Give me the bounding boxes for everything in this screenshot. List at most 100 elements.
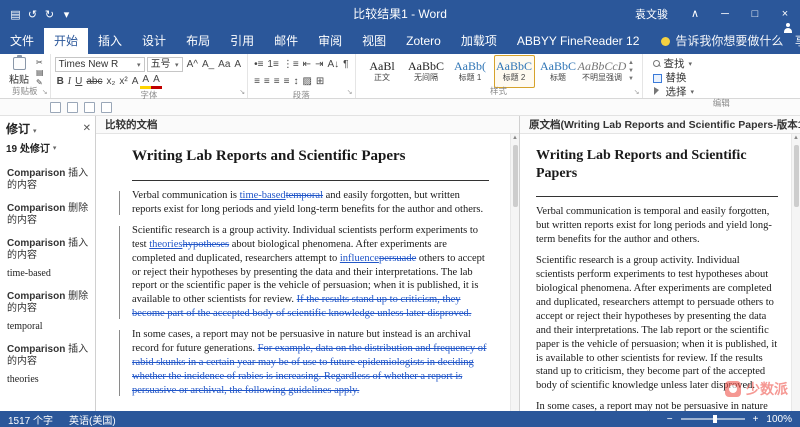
tab-插入[interactable]: 插入 <box>88 28 132 54</box>
scrollbar-thumb[interactable] <box>513 145 518 207</box>
revision-item[interactable]: Comparison 插入的内容 <box>7 168 91 192</box>
style-正文[interactable]: AaBl正文 <box>362 55 403 88</box>
revision-item[interactable]: Comparison 插入的内容time-based <box>7 238 91 280</box>
original-doc-scrollbar[interactable]: ▲ <box>791 134 800 411</box>
paragraph-dialog-launcher-icon[interactable]: ↘ <box>347 89 353 96</box>
styles-group: AaBl正文AaBbC无间隔AaBb(标题 1AaBbC标题 2AaBbC标题A… <box>356 54 643 98</box>
show-marks-button[interactable]: ¶ <box>341 57 350 72</box>
page-icon-1[interactable] <box>50 102 61 113</box>
borders-button[interactable]: ⊞ <box>314 74 326 89</box>
style-标题 1[interactable]: AaBb(标题 1 <box>450 55 491 88</box>
scroll-up-icon[interactable]: ▲ <box>793 134 799 143</box>
zoom-slider-thumb[interactable] <box>713 415 717 423</box>
revision-item[interactable]: Comparison 删除的内容 <box>7 203 91 227</box>
ribbon-display-options-button[interactable]: ∧ <box>680 0 710 28</box>
page-icon-3[interactable] <box>84 102 95 113</box>
tab-ABBYY FineReader 12[interactable]: ABBYY FineReader 12 <box>507 28 650 54</box>
zoom-out-button[interactable]: − <box>667 414 673 425</box>
shading-button[interactable]: ▨ <box>300 74 313 89</box>
font-color-button[interactable]: A <box>151 74 162 89</box>
multilevel-list-button[interactable]: ⋮≡ <box>281 57 301 72</box>
undo-icon[interactable]: ↺ <box>25 8 40 21</box>
close-icon[interactable]: ✕ <box>83 123 91 134</box>
tab-开始[interactable]: 开始 <box>44 28 88 54</box>
style-标题[interactable]: AaBbC标题 <box>538 55 579 88</box>
zoom-slider[interactable] <box>681 418 745 420</box>
gallery-more-icon[interactable]: ▼ <box>628 76 634 83</box>
subscript-button[interactable]: x₂ <box>105 74 118 89</box>
tab-审阅[interactable]: 审阅 <box>308 28 352 54</box>
numbering-button[interactable]: 1≡ <box>265 57 280 72</box>
tab-邮件[interactable]: 邮件 <box>264 28 308 54</box>
gallery-down-icon[interactable]: ▼ <box>628 68 634 75</box>
tab-视图[interactable]: 视图 <box>352 28 396 54</box>
tab-引用[interactable]: 引用 <box>220 28 264 54</box>
compared-doc-body[interactable]: Writing Lab Reports and Scientific Paper… <box>96 134 519 411</box>
align-right-button[interactable]: ≡ <box>272 74 282 89</box>
select-button[interactable]: 选择 <box>653 85 797 97</box>
scroll-up-icon[interactable]: ▲ <box>512 134 518 143</box>
strikethrough-button[interactable]: abc <box>84 74 104 89</box>
style-不明显强调[interactable]: AaBbCcD不明显强调 <box>582 55 623 88</box>
italic-button[interactable]: I <box>66 74 73 89</box>
save-icon[interactable]: ▤ <box>8 8 23 21</box>
redo-icon[interactable]: ↻ <box>42 8 57 21</box>
style-无间隔[interactable]: AaBbC无间隔 <box>406 55 447 88</box>
word-count[interactable]: 1517 个字 <box>8 412 53 427</box>
minimize-button[interactable]: ─ <box>710 0 740 28</box>
replace-icon <box>653 73 662 82</box>
revision-count[interactable]: 19 处修订 <box>0 138 95 160</box>
clear-formatting-button[interactable]: A <box>232 57 243 72</box>
decrease-font-size-button[interactable]: A_ <box>200 57 216 72</box>
copy-button[interactable]: ▤ <box>34 68 46 78</box>
tab-加载项[interactable]: 加载项 <box>451 28 507 54</box>
revision-item[interactable]: Comparison 删除的内容temporal <box>7 291 91 333</box>
change-case-button[interactable]: Aa <box>216 57 232 72</box>
page-icon-2[interactable] <box>67 102 78 113</box>
revision-item[interactable]: Comparison 插入的内容theories <box>7 344 91 386</box>
tab-Zotero[interactable]: Zotero <box>396 28 451 54</box>
user-name[interactable]: 袁文骏 <box>635 6 668 22</box>
superscript-button[interactable]: x² <box>117 74 129 89</box>
bold-button[interactable]: B <box>55 74 66 89</box>
align-center-button[interactable]: ≡ <box>262 74 272 89</box>
increase-indent-button[interactable]: ⇥ <box>313 57 325 72</box>
increase-font-size-button[interactable]: A^ <box>185 57 200 72</box>
justify-button[interactable]: ≡ <box>282 74 292 89</box>
font-size-combo[interactable]: 五号 <box>147 57 183 72</box>
bullets-button[interactable]: •≡ <box>252 57 265 72</box>
scrollbar-thumb[interactable] <box>794 145 799 207</box>
close-button[interactable]: × <box>770 0 800 28</box>
language-indicator[interactable]: 英语(美国) <box>69 412 116 427</box>
font-name-combo[interactable]: Times New R <box>55 57 145 72</box>
underline-button[interactable]: U <box>73 74 84 89</box>
styles-dialog-launcher-icon[interactable]: ↘ <box>634 89 640 96</box>
decrease-indent-button[interactable]: ⇤ <box>301 57 313 72</box>
doc-paragraph: In some cases, a report may not be persu… <box>536 400 778 411</box>
maximize-button[interactable]: □ <box>740 0 770 28</box>
chevron-down-icon[interactable] <box>33 122 37 136</box>
font-dialog-launcher-icon[interactable]: ↘ <box>239 89 245 96</box>
tab-设计[interactable]: 设计 <box>132 28 176 54</box>
find-button[interactable]: 查找 <box>653 57 797 69</box>
customize-quick-access-icon[interactable]: ▾ <box>59 8 74 21</box>
tab-文件[interactable]: 文件 <box>0 28 44 54</box>
replace-button[interactable]: 替换 <box>653 71 797 83</box>
tab-布局[interactable]: 布局 <box>176 28 220 54</box>
clipboard-dialog-launcher-icon[interactable]: ↘ <box>42 89 48 96</box>
zoom-level[interactable]: 100% <box>766 414 792 425</box>
cut-button[interactable]: ✂ <box>34 58 46 68</box>
highlight-button[interactable]: A <box>140 74 151 89</box>
compared-doc-scrollbar[interactable]: ▲ <box>510 134 519 411</box>
tell-me-box[interactable]: 告诉我你想要做什么 <box>661 28 783 54</box>
sort-button[interactable]: A↓ <box>325 57 341 72</box>
align-left-button[interactable]: ≡ <box>252 74 262 89</box>
page-icon-4[interactable] <box>101 102 112 113</box>
zoom-in-button[interactable]: + <box>753 414 759 425</box>
gallery-up-icon[interactable]: ▲ <box>628 60 634 67</box>
paste-button[interactable]: 粘贴 <box>4 56 34 86</box>
line-spacing-button[interactable]: ↕ <box>291 74 300 89</box>
original-doc-body[interactable]: Writing Lab Reports and Scientific Paper… <box>520 134 800 411</box>
style-标题 2[interactable]: AaBbC标题 2 <box>494 55 535 88</box>
text-effects-button[interactable]: A <box>130 74 141 89</box>
